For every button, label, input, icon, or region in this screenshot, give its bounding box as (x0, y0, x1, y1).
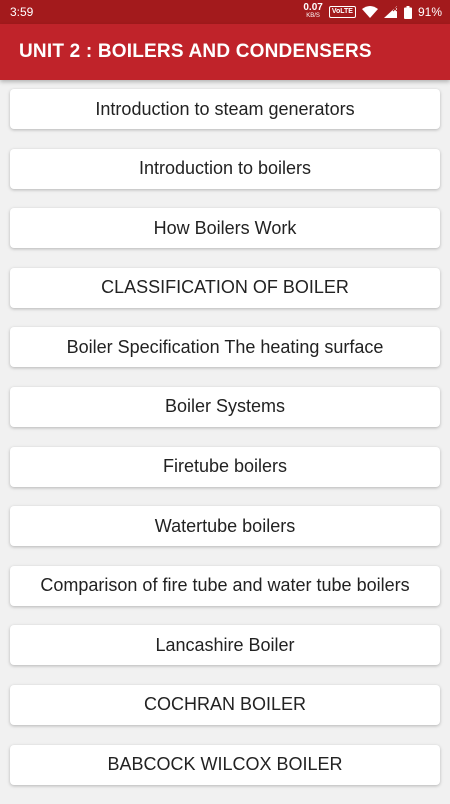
topic-label: Firetube boilers (162, 456, 288, 477)
topic-item-boiler-systems[interactable]: Boiler Systems (10, 386, 440, 427)
topic-item-lancashire[interactable]: Lancashire Boiler (10, 625, 440, 666)
topic-item-how-boilers-work[interactable]: How Boilers Work (10, 208, 440, 249)
page-title: UNIT 2 : BOILERS AND CONDENSERS (19, 41, 372, 62)
volte-badge: VoLTE (328, 6, 356, 18)
topic-item-classification[interactable]: CLASSIFICATION OF BOILER (10, 267, 440, 308)
network-speed-unit: KB/S (306, 13, 320, 19)
network-speed: 0.07 KB/S (303, 2, 323, 20)
topic-item-comparison[interactable]: Comparison of fire tube and water tube b… (10, 565, 440, 606)
status-time: 3:59 (10, 5, 34, 19)
topic-item-steam-generators[interactable]: Introduction to steam generators (10, 89, 440, 129)
topic-label: CLASSIFICATION OF BOILER (101, 277, 349, 298)
topic-label: Introduction to boilers (138, 158, 312, 179)
topic-item-firetube[interactable]: Firetube boilers (10, 446, 440, 487)
topic-item-specification[interactable]: Boiler Specification The heating surface (10, 327, 440, 368)
topic-item-cochran[interactable]: COCHRAN BOILER (10, 684, 440, 725)
topic-label: Boiler Specification The heating surface (66, 336, 384, 357)
topic-list: Introduction to steam generators Introdu… (10, 89, 440, 804)
battery-icon (403, 5, 412, 19)
topic-label: How Boilers Work (153, 217, 297, 238)
battery-percent: 91% (417, 5, 442, 19)
topic-label: Watertube boilers (154, 515, 296, 536)
signal-icon (383, 6, 398, 18)
topic-label: Introduction to steam generators (95, 98, 355, 119)
topic-label: Lancashire Boiler (155, 634, 295, 655)
app-bar: UNIT 2 : BOILERS AND CONDENSERS (0, 24, 450, 80)
topic-label: BABCOCK WILCOX BOILER (107, 754, 343, 775)
topic-label: COCHRAN BOILER (143, 694, 307, 715)
network-speed-value: 0.07 (303, 2, 323, 13)
wifi-icon (361, 6, 378, 18)
topic-item-watertube[interactable]: Watertube boilers (10, 506, 440, 547)
topic-item-intro-boilers[interactable]: Introduction to boilers (10, 148, 440, 189)
topic-item-babcock-wilcox[interactable]: BABCOCK WILCOX BOILER (10, 744, 440, 785)
status-icons: 0.07 KB/S VoLTE 91% (303, 2, 442, 20)
topic-label: Comparison of fire tube and water tube b… (40, 575, 410, 596)
status-bar: 3:59 0.07 KB/S VoLTE 91% (0, 0, 450, 24)
topic-label: Boiler Systems (164, 396, 286, 417)
